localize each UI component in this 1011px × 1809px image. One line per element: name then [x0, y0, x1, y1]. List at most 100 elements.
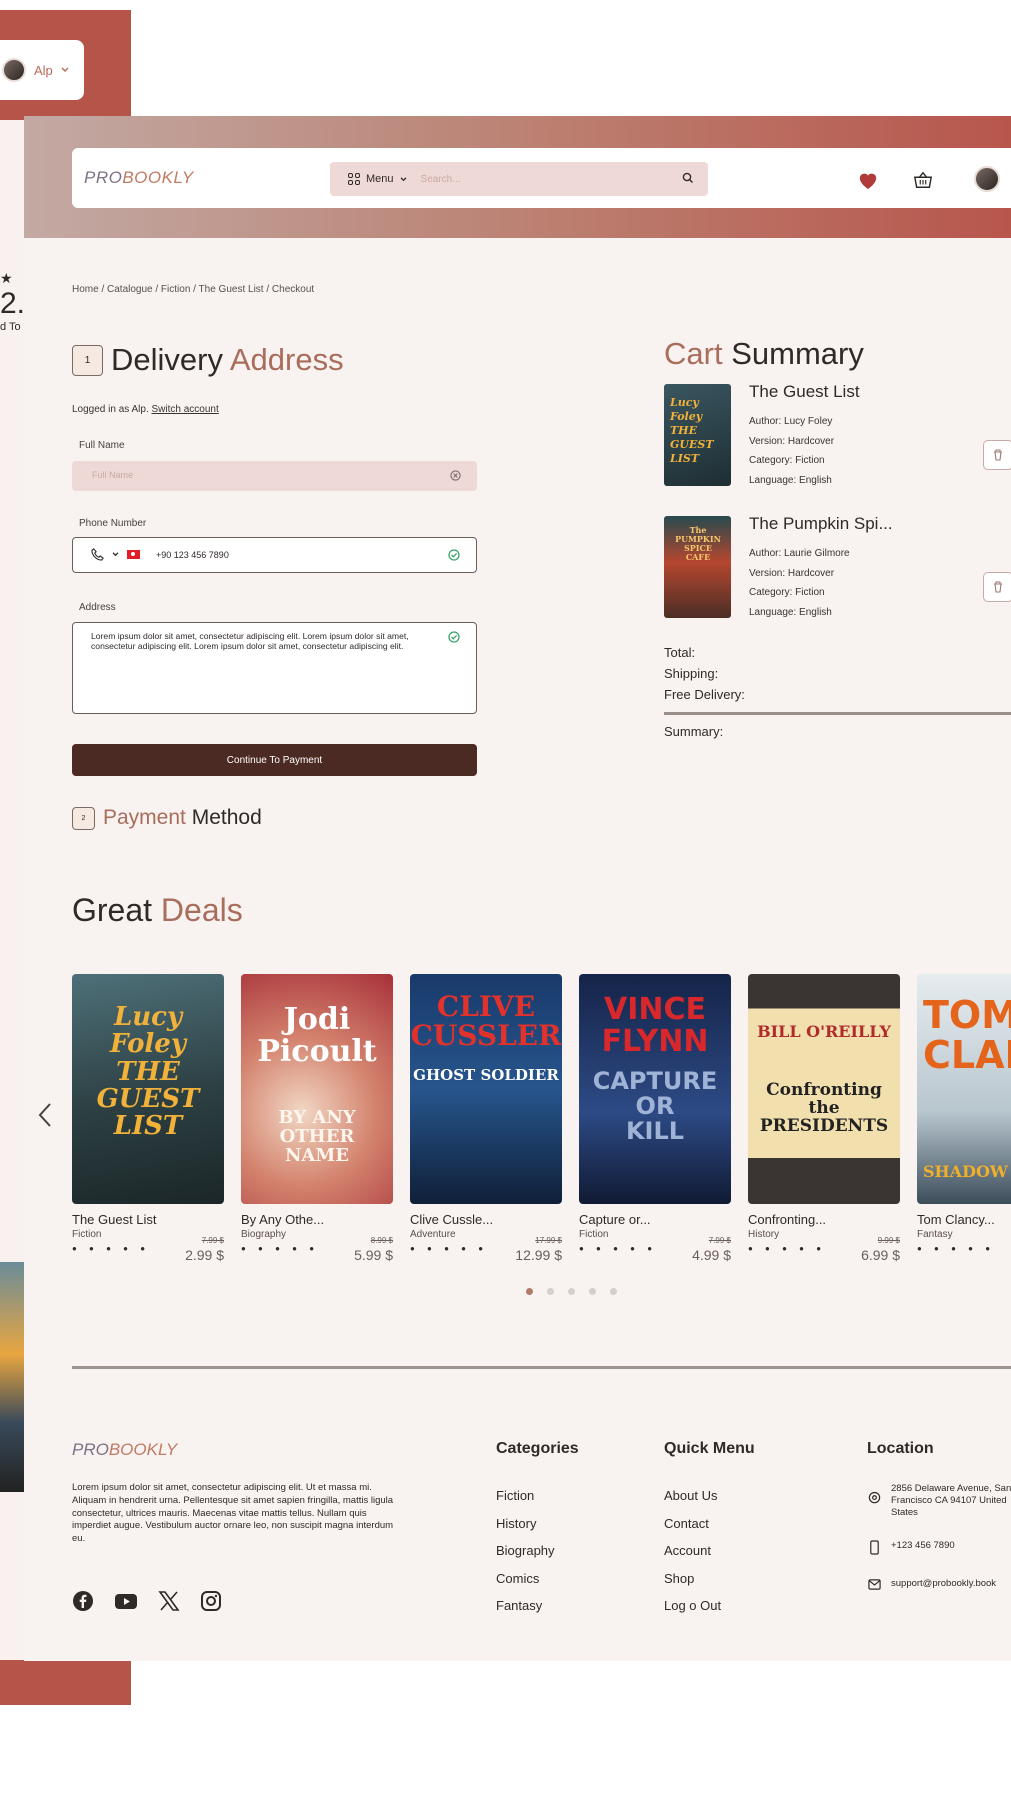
quick-menu-title: Quick Menu [664, 1440, 755, 1457]
shipping-label: Shipping: [664, 666, 719, 681]
carousel-dot[interactable] [568, 1288, 575, 1295]
full-name-label: Full Name [79, 440, 125, 451]
check-circle-icon [448, 631, 460, 643]
logo-pro: PRO [84, 168, 123, 187]
payment-heading[interactable]: 2 Payment Method [72, 806, 262, 830]
book-title[interactable]: By Any Othe... [241, 1212, 393, 1227]
checkout-window: PROBOOKLY Menu Home / Catalogue / Fictio… [24, 116, 1011, 1661]
facebook-icon[interactable] [72, 1590, 94, 1612]
cart-item-title[interactable]: The Pumpkin Spi... [749, 514, 893, 534]
address-textarea[interactable]: Lorem ipsum dolor sit amet, consectetur … [91, 631, 436, 651]
menu-button[interactable]: Menu [330, 173, 407, 185]
book-card[interactable]: CLIVE CUSSLER GHOST SOLDIER Clive Cussle.… [410, 974, 562, 1263]
instagram-icon[interactable] [200, 1590, 222, 1612]
continue-to-payment-button[interactable]: Continue To Payment [72, 744, 477, 776]
address-field[interactable]: Lorem ipsum dolor sit amet, consectetur … [72, 622, 477, 714]
footer-link[interactable]: History [496, 1510, 555, 1538]
search-icon[interactable] [682, 172, 694, 184]
full-name-field[interactable] [72, 461, 477, 491]
carousel-dot[interactable] [547, 1288, 554, 1295]
basket-icon[interactable] [912, 170, 934, 190]
footer-link[interactable]: About Us [664, 1482, 721, 1510]
check-circle-icon [448, 549, 460, 561]
book-cover[interactable]: CLIVE CUSSLER GHOST SOLDIER [410, 974, 562, 1204]
footer-link[interactable]: Shop [664, 1565, 721, 1593]
footer-link[interactable]: Fiction [496, 1482, 555, 1510]
phone-text[interactable]: +123 456 7890 [891, 1540, 955, 1555]
remove-item-button[interactable] [983, 572, 1011, 602]
trash-icon [994, 581, 1002, 593]
cart-item: The PUMPKIN SPICE CAFE The Pumpkin Spi..… [664, 514, 1011, 620]
switch-account-link[interactable]: Switch account [152, 404, 219, 415]
book-cover[interactable]: VINCE FLYNN CAPTURE OR KILL [579, 974, 731, 1204]
book-cover[interactable]: BILL O'REILLY Confronting the PRESIDENTS [748, 974, 900, 1204]
book-card[interactable]: VINCE FLYNN CAPTURE OR KILL Capture or... F… [579, 974, 731, 1263]
phone-input[interactable]: +90 123 456 7890 [156, 550, 229, 560]
footer-link[interactable]: Contact [664, 1510, 721, 1538]
deals-title-b: Deals [160, 892, 243, 928]
cart-item-language: Language: English [749, 474, 832, 486]
divider [664, 712, 1011, 715]
book-card[interactable]: Jodi Picoult BY ANY OTHER NAME By Any Othe.… [241, 974, 393, 1263]
delivery-title-b: Address [229, 342, 344, 377]
book-cover[interactable]: Lucy Foley THE GUEST LIST [72, 974, 224, 1204]
book-title[interactable]: Confronting... [748, 1212, 900, 1227]
search-input[interactable] [418, 172, 659, 186]
footer-link[interactable]: Biography [496, 1537, 555, 1565]
full-name-input[interactable] [90, 469, 390, 481]
carousel-dot[interactable] [610, 1288, 617, 1295]
footer-link[interactable]: Log o Out [664, 1592, 721, 1620]
user-menu[interactable]: Alp [0, 40, 84, 100]
book-title[interactable]: Capture or... [579, 1212, 731, 1227]
old-price: 9.99 $ [877, 1236, 900, 1245]
book-card[interactable]: Lucy Foley THE GUEST LIST The Guest List Fi… [72, 974, 224, 1263]
price: 4.99 $ [692, 1247, 731, 1263]
footer-logo[interactable]: PROBOOKLY [72, 1440, 177, 1460]
carousel-dot[interactable] [526, 1288, 533, 1295]
avatar[interactable] [974, 166, 1000, 192]
book-cover[interactable]: TOMCLANCY SHADOW [917, 974, 1011, 1204]
book-cover[interactable]: Lucy Foley THE GUEST LIST [664, 384, 731, 486]
footer-link[interactable]: Comics [496, 1565, 555, 1593]
phone-field[interactable]: +90 123 456 7890 [72, 537, 477, 573]
youtube-icon[interactable] [114, 1590, 138, 1612]
background-window-footer [0, 1660, 131, 1705]
clear-icon[interactable] [450, 470, 461, 481]
location-address: 2856 Delaware Avenue, San Francisco CA 9… [868, 1483, 1011, 1519]
footer-link[interactable]: Account [664, 1537, 721, 1565]
chevron-left-icon[interactable] [38, 1102, 52, 1128]
footer-link[interactable]: Fantasy [496, 1592, 555, 1620]
email-text[interactable]: support@probookly.book [891, 1578, 996, 1591]
footer-description: Lorem ipsum dolor sit amet, consectetur … [72, 1482, 394, 1545]
book-title[interactable]: The Guest List [72, 1212, 224, 1227]
footer-logo-pro: PRO [72, 1440, 109, 1459]
cart-item-version: Version: Hardcover [749, 567, 835, 579]
price: 2.99 $ [185, 1247, 224, 1263]
logged-in-label: Logged in as Alp. [72, 404, 149, 415]
payment-title-a: Payment [103, 806, 186, 829]
cart-item-author: Author: Lucy Foley [749, 416, 833, 427]
grid-icon [348, 173, 360, 185]
x-icon[interactable] [158, 1590, 180, 1612]
logo[interactable]: PROBOOKLY [84, 168, 194, 188]
book-card[interactable]: TOMCLANCY SHADOW Tom Clancy... Fantasy ●… [917, 974, 1011, 1253]
footer-logo-bookly: BOOKLY [108, 1440, 178, 1459]
old-price: 7.99 $ [708, 1236, 731, 1245]
step-number: 2 [72, 806, 95, 830]
book-cover[interactable]: The PUMPKIN SPICE CAFE [664, 516, 731, 618]
book-card[interactable]: BILL O'REILLY Confronting the PRESIDENTS C… [748, 974, 900, 1263]
chevron-down-icon[interactable] [112, 552, 119, 557]
old-price: 17.99 $ [535, 1236, 562, 1245]
step-number: 1 [72, 344, 103, 376]
cart-item-title[interactable]: The Guest List [749, 382, 860, 402]
book-title[interactable]: Tom Clancy... [917, 1212, 1011, 1227]
book-title[interactable]: Clive Cussle... [410, 1212, 562, 1227]
cart-item-language: Language: English [749, 606, 832, 618]
cart-summary-title: Cart Summary [664, 336, 864, 372]
menu-label: Menu [366, 173, 394, 185]
heart-icon[interactable] [857, 170, 879, 190]
carousel-dot[interactable] [589, 1288, 596, 1295]
breadcrumb[interactable]: Home / Catalogue / Fiction / The Guest L… [72, 284, 314, 295]
book-cover[interactable]: Jodi Picoult BY ANY OTHER NAME [241, 974, 393, 1204]
remove-item-button[interactable] [983, 440, 1011, 470]
